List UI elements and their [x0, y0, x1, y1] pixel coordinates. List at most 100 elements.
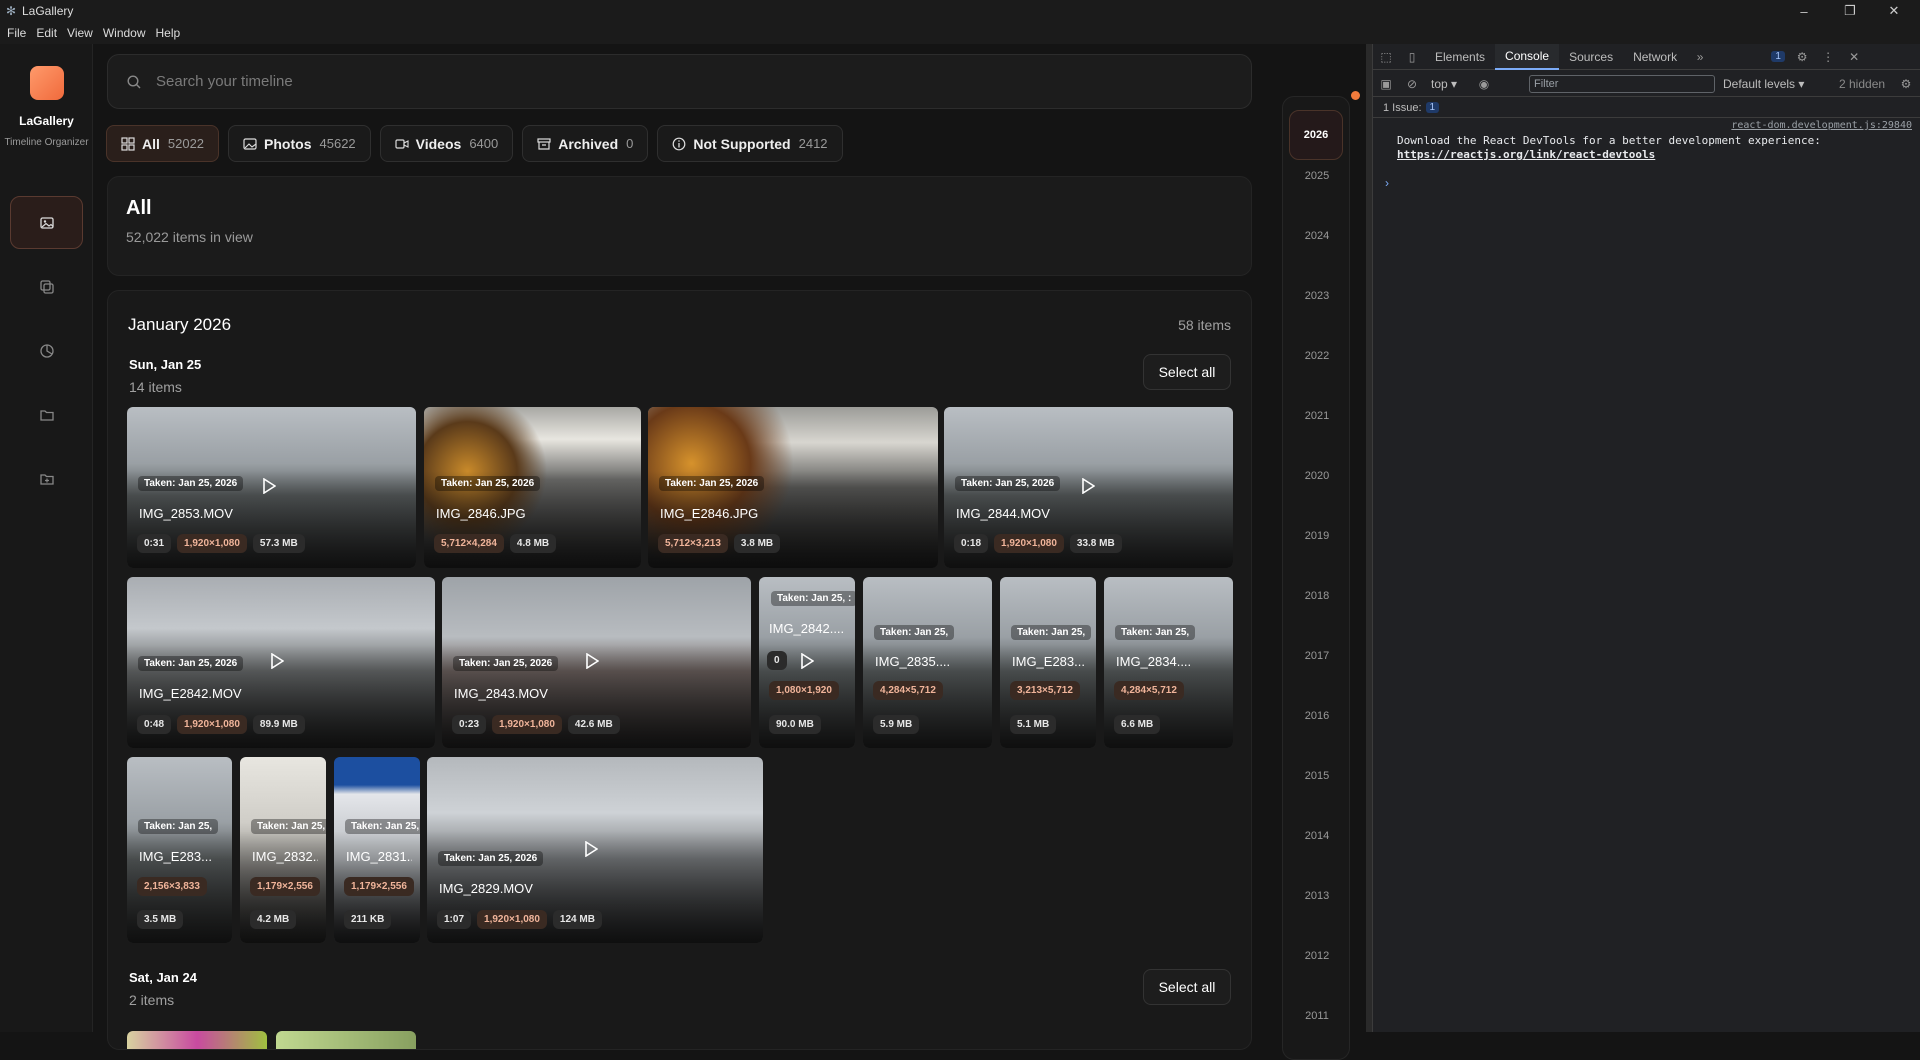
file-name: IMG_2844.MOV [956, 506, 1050, 521]
filter-label: All [142, 135, 160, 152]
hidden-count: 2 hidden [1839, 76, 1886, 91]
month-title: January 2026 [128, 315, 232, 334]
day-title: Sun, Jan 25 [129, 357, 202, 372]
year-2018[interactable]: 2018 [1283, 590, 1351, 602]
menu-view[interactable]: View [67, 26, 93, 40]
filter-videos[interactable]: Videos 6400 [379, 125, 514, 162]
resolution-badge: 3,213×5,712 [1010, 681, 1080, 700]
media-tile[interactable]: Taken: Jan 25, IMG_2832.... 1,179×2,556 … [240, 757, 326, 943]
year-2013[interactable]: 2013 [1283, 890, 1351, 902]
brand-name: LaGallery [19, 114, 74, 128]
media-tile[interactable]: Taken: Jan 25, 2026 IMG_2853.MOV 0:31 1,9… [127, 407, 416, 568]
year-2023[interactable]: 2023 [1283, 290, 1351, 302]
year-2024[interactable]: 2024 [1283, 230, 1351, 242]
inspect-icon[interactable]: ⬚ [1373, 44, 1399, 70]
duration-badge: 0 [767, 651, 787, 670]
filter-photos[interactable]: Photos 45622 [228, 125, 371, 162]
window-title: LaGallery [22, 4, 74, 18]
tab-network[interactable]: Network [1623, 44, 1687, 70]
sidebar-item-stats[interactable] [10, 324, 83, 377]
kebab-menu-icon[interactable]: ⋮ [1815, 44, 1841, 70]
day-count: 2 items [129, 992, 175, 1008]
media-tile[interactable]: Taken: Jan 25, 2026 IMG_E2846.JPG 5,712×… [648, 407, 938, 568]
sidebar-toggle-icon[interactable]: ▣ [1373, 71, 1399, 97]
sidebar-item-photos[interactable] [10, 196, 83, 249]
log-levels-select[interactable]: Default levels ▾ [1723, 77, 1804, 91]
taken-label: Taken: Jan 25, [1011, 625, 1092, 640]
sidebar-item-folders[interactable] [10, 388, 83, 441]
sidebar-item-archive[interactable] [10, 452, 83, 505]
file-name: IMG_2846.JPG [436, 506, 526, 521]
media-tile[interactable]: Taken: Jan 25, 2026 IMG_2843.MOV 0:23 1,9… [442, 577, 751, 748]
year-2017[interactable]: 2017 [1283, 650, 1351, 662]
context-select[interactable]: top ▾ [1431, 77, 1457, 91]
year-2012[interactable]: 2012 [1283, 950, 1351, 962]
size-badge: 33.8 MB [1069, 534, 1122, 553]
year-2019[interactable]: 2019 [1283, 530, 1351, 542]
media-tile[interactable]: Taken: Jan 25, 2026 IMG_2829.MOV 1:07 1,9… [427, 757, 763, 943]
media-tile[interactable]: Taken: Jan 25, IMG_E283... 3,213×5,712 5… [1000, 577, 1096, 748]
year-2025[interactable]: 2025 [1283, 170, 1351, 182]
sidebar-item-duplicates[interactable] [10, 260, 83, 313]
menu-window[interactable]: Window [103, 26, 146, 40]
media-tile[interactable]: Taken: Jan 25, IMG_E283... 2,156×3,833 3… [127, 757, 232, 943]
year-2011[interactable]: 2011 [1283, 1010, 1351, 1022]
year-2016[interactable]: 2016 [1283, 710, 1351, 722]
badge-row: 0:18 1,920×1,080 33.8 MB [954, 534, 1122, 553]
duration-badge: 1:07 [437, 910, 472, 929]
year-2022[interactable]: 2022 [1283, 350, 1351, 362]
media-tile[interactable]: Taken: Jan 25, 2026 IMG_2844.MOV 0:18 1,9… [944, 407, 1233, 568]
file-name: IMG_E2842.MOV [139, 686, 242, 701]
console-filter-input[interactable]: Filter [1529, 75, 1715, 93]
close-devtools-icon[interactable]: ✕ [1841, 44, 1867, 70]
stats-icon [39, 343, 54, 358]
filter-not-supported[interactable]: Not Supported 2412 [657, 125, 843, 162]
media-tile[interactable]: Taken: Jan 25, : IMG_2842.... 0 1,080×1,… [759, 577, 855, 748]
settings-icon[interactable]: ⚙ [1789, 44, 1815, 70]
message-source-link[interactable]: react-dom.development.js:29840 [1731, 120, 1912, 131]
close-icon[interactable]: ✕ [1872, 0, 1916, 22]
eye-icon[interactable]: ◉ [1471, 71, 1497, 97]
tab-console[interactable]: Console [1495, 43, 1560, 70]
tab-elements[interactable]: Elements [1425, 44, 1495, 70]
maximize-icon[interactable]: ❐ [1828, 0, 1872, 22]
menu-edit[interactable]: Edit [36, 26, 57, 40]
media-tile[interactable]: Taken: Jan 25, IMG_2835.... 4,284×5,712 … [863, 577, 992, 748]
menu-file[interactable]: File [7, 26, 26, 40]
year-2014[interactable]: 2014 [1283, 830, 1351, 842]
size-badge: 90.0 MB [769, 715, 821, 734]
issues-badge[interactable]: 1 [1763, 44, 1789, 70]
menu-bar: File Edit View Window Help [0, 22, 1920, 44]
filter-label: Not Supported [693, 135, 791, 152]
thumbnail [276, 1031, 416, 1049]
media-tile[interactable] [276, 1031, 416, 1049]
badge-row: 0:48 1,920×1,080 89.9 MB [137, 715, 305, 734]
year-2021[interactable]: 2021 [1283, 410, 1351, 422]
search-bar[interactable] [107, 54, 1252, 109]
media-tile[interactable]: Taken: Jan 25, IMG_2831.... 1,179×2,556 … [334, 757, 420, 943]
media-tile[interactable] [127, 1031, 267, 1049]
file-name: IMG_E283... [139, 849, 212, 864]
more-tabs-icon[interactable]: » [1687, 44, 1713, 70]
device-toolbar-icon[interactable]: ▯ [1399, 44, 1425, 70]
tab-sources[interactable]: Sources [1559, 44, 1623, 70]
clear-console-icon[interactable]: ⊘ [1399, 71, 1425, 97]
minimize-icon[interactable]: – [1782, 0, 1826, 22]
filter-archived[interactable]: Archived 0 [522, 125, 649, 162]
year-2015[interactable]: 2015 [1283, 770, 1351, 782]
year-2020[interactable]: 2020 [1283, 470, 1351, 482]
select-all-button[interactable]: Select all [1143, 969, 1231, 1005]
issues-bar[interactable]: 1 Issue: 1 [1373, 98, 1920, 118]
year-2026[interactable]: 2026 [1289, 110, 1343, 160]
select-all-button[interactable]: Select all [1143, 354, 1231, 390]
media-tile[interactable]: Taken: Jan 25, 2026 IMG_2846.JPG 5,712×4… [424, 407, 641, 568]
devtools-link[interactable]: https://reactjs.org/link/react-devtools [1397, 148, 1655, 161]
search-input[interactable] [156, 73, 1056, 90]
media-tile[interactable]: Taken: Jan 25, IMG_2834.... 4,284×5,712 … [1104, 577, 1233, 748]
menu-help[interactable]: Help [156, 26, 181, 40]
resolution-badge: 1,920×1,080 [177, 534, 247, 553]
media-tile[interactable]: Taken: Jan 25, 2026 IMG_E2842.MOV 0:48 1,… [127, 577, 435, 748]
console-settings-icon[interactable]: ⚙ [1893, 71, 1919, 97]
console-prompt[interactable]: › [1385, 176, 1389, 190]
filter-all[interactable]: All 52022 [106, 125, 220, 162]
